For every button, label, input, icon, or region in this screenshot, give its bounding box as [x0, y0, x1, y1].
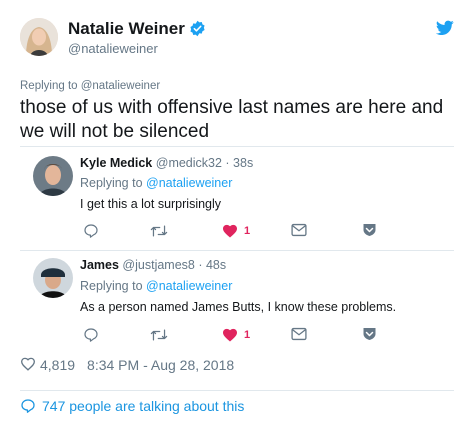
reply-replying-to: Replying to @natalieweiner [80, 176, 233, 190]
author-handle[interactable]: @natalieweiner [68, 41, 158, 56]
chevron-down-icon[interactable] [362, 327, 377, 341]
reply-text: As a person named James Butts, I know th… [80, 300, 397, 314]
replying-to-link[interactable]: @natalieweiner [146, 176, 232, 190]
twitter-bird-icon[interactable] [435, 20, 454, 41]
tweet-card: Natalie Weiner @natalieweiner Replying t… [0, 0, 474, 424]
reply-header: Kyle Medick @medick32 · 38s [80, 156, 253, 170]
like-count: 1 [244, 224, 251, 237]
divider [20, 390, 454, 391]
tweet-timestamp[interactable]: 8:34 PM - Aug 28, 2018 [87, 357, 234, 373]
reply-handle-time: @justjames8 · 48s [122, 258, 227, 272]
like-button[interactable]: 1 [222, 223, 250, 238]
reply-avatar[interactable] [33, 258, 73, 298]
retweet-icon[interactable] [150, 223, 168, 239]
divider [20, 146, 454, 147]
reply-handle-time: @medick32 · 38s [155, 156, 254, 170]
envelope-icon[interactable] [291, 223, 307, 237]
tweet-stats: 4,819 8:34 PM - Aug 28, 2018 [20, 356, 234, 374]
heart-outline-icon[interactable] [20, 356, 36, 374]
replying-to-link[interactable]: @natalieweiner [146, 279, 232, 293]
reply-icon[interactable] [83, 223, 99, 239]
heart-icon [222, 223, 238, 238]
like-button[interactable]: 1 [222, 327, 250, 342]
author-avatar[interactable] [20, 18, 58, 56]
envelope-icon[interactable] [291, 327, 307, 341]
like-count: 1 [244, 328, 251, 341]
reply-author-name[interactable]: Kyle Medick [80, 156, 152, 170]
verified-badge-icon [189, 20, 206, 42]
retweet-icon[interactable] [150, 327, 168, 343]
chevron-down-icon[interactable] [362, 223, 377, 237]
reply-actions: 1 [80, 327, 380, 345]
reply-icon[interactable] [83, 327, 99, 343]
reply-replying-to: Replying to @natalieweiner [80, 279, 233, 293]
replying-to-label: Replying to @natalieweiner [20, 80, 161, 92]
speech-bubble-icon [21, 399, 35, 413]
tweet-text: those of us with offensive last names ar… [20, 97, 444, 142]
talking-label: 747 people are talking about this [42, 398, 245, 414]
conversation-link[interactable]: 747 people are talking about this [20, 398, 244, 414]
author-name[interactable]: Natalie Weiner [68, 19, 206, 42]
reply-author-name[interactable]: James [80, 258, 119, 272]
reply-header: James @justjames8 · 48s [80, 258, 226, 272]
reply-avatar[interactable] [33, 156, 73, 196]
reply-text: I get this a lot surprisingly [80, 197, 222, 211]
reply-actions: 1 [80, 223, 380, 241]
heart-icon [222, 327, 238, 342]
divider [20, 250, 454, 251]
like-total[interactable]: 4,819 [40, 357, 75, 373]
